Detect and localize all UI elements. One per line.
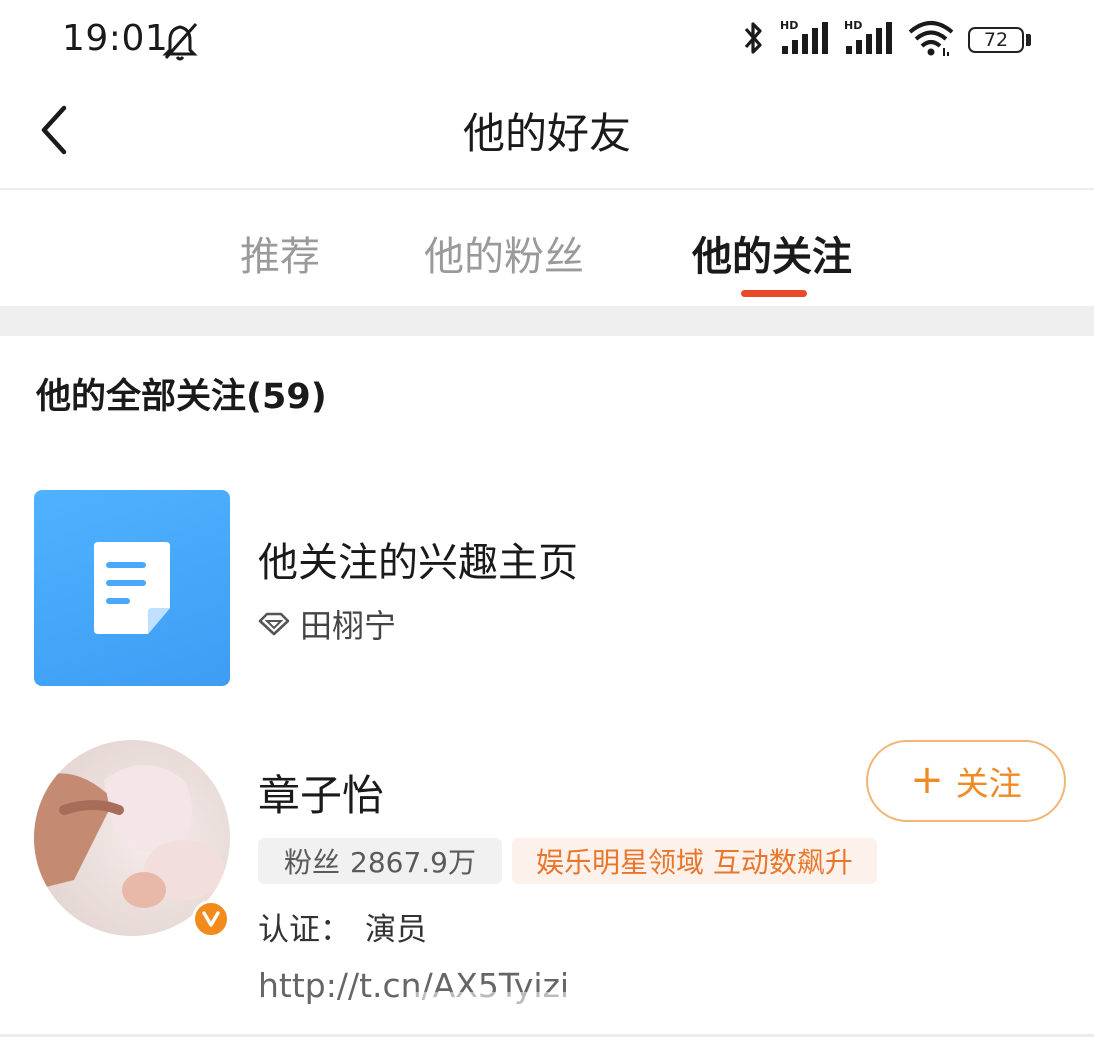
- diamond-icon: [258, 612, 290, 636]
- verification-info: 认证： 演员: [258, 904, 427, 949]
- watermark: [410, 992, 690, 1028]
- page-title: 他的好友: [462, 109, 631, 158]
- fans-count-badge: 粉丝 2867.9万: [258, 838, 502, 884]
- interest-page-owner: 田栩宁: [300, 607, 397, 645]
- verified-badge-icon: [192, 900, 230, 938]
- fans-label: 粉丝: [284, 846, 341, 879]
- svg-text:HD: HD: [844, 19, 862, 32]
- follow-label: 关注: [955, 764, 1022, 803]
- mute-icon: [160, 20, 206, 62]
- follow-button[interactable]: + 关注: [866, 740, 1066, 822]
- plus-icon: +: [910, 757, 944, 803]
- interest-page-title[interactable]: 他关注的兴趣主页: [258, 530, 578, 588]
- wifi-icon: [906, 18, 956, 62]
- verification-label: 认证：: [258, 912, 351, 948]
- section-title: 他的全部关注(59): [36, 377, 327, 417]
- fans-count: 2867.9万: [350, 846, 476, 879]
- active-tab-indicator: [741, 290, 807, 297]
- verification-value: 演员: [365, 912, 427, 948]
- interest-page-thumbnail[interactable]: [34, 490, 230, 686]
- tab-his-fans[interactable]: 他的粉丝: [424, 224, 584, 282]
- tab-his-following[interactable]: 他的关注: [692, 224, 852, 282]
- interest-page-subtitle: 田栩宁: [258, 602, 396, 646]
- signal-hd-icon: HD: [842, 18, 894, 62]
- bluetooth-icon: [740, 18, 766, 62]
- tab-bar: 推荐 他的粉丝 他的关注: [0, 196, 1094, 304]
- svg-text:HD: HD: [780, 19, 798, 32]
- document-icon: [94, 542, 170, 634]
- signal-hd-icon: HD: [778, 18, 830, 62]
- status-icons: HD HD 72: [740, 16, 1034, 64]
- trending-badge: 娱乐明星领域 互动数飙升: [512, 838, 877, 884]
- header-divider: [0, 188, 1094, 190]
- status-time: 19:01: [62, 18, 169, 59]
- battery-level: 72: [968, 27, 1024, 53]
- user-name[interactable]: 章子怡: [258, 762, 384, 823]
- battery-icon: 72: [968, 25, 1034, 55]
- tab-recommend[interactable]: 推荐: [240, 224, 320, 282]
- section-separator: [0, 306, 1094, 336]
